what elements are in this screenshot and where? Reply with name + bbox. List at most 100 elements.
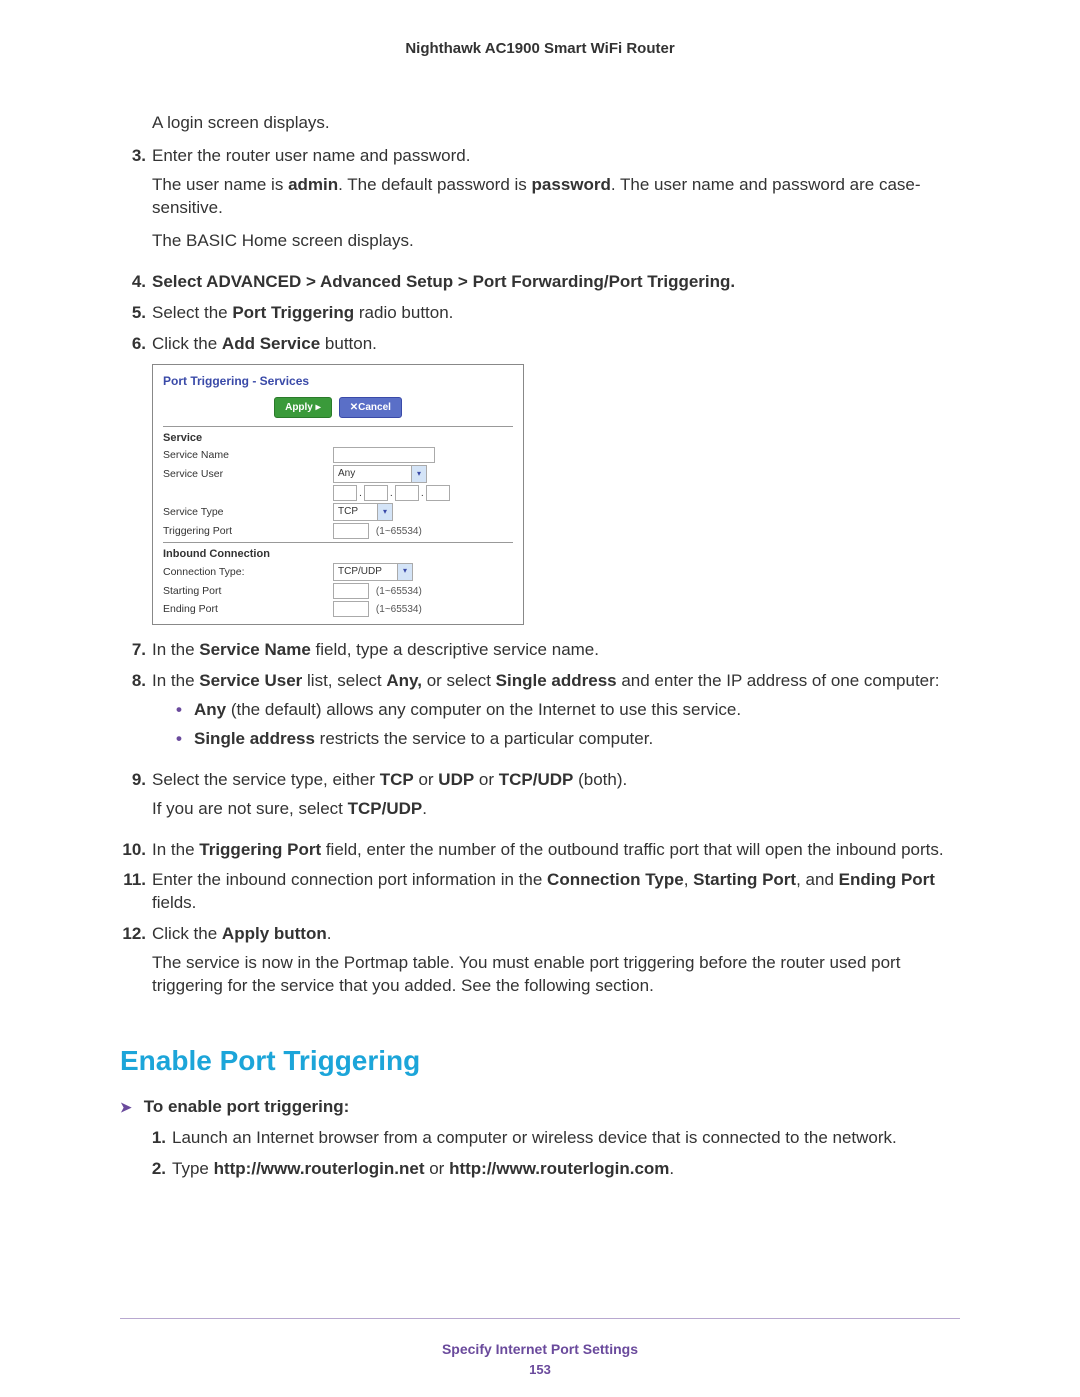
label: Starting Port: [163, 584, 333, 598]
step-num: 4.: [120, 271, 152, 294]
service-name-input[interactable]: [333, 447, 435, 463]
ctrl: ...: [333, 485, 513, 501]
range-hint: (1~65534): [376, 526, 422, 537]
step-body: Select the Port Triggering radio button.: [152, 302, 960, 325]
para: The service is now in the Portmap table.…: [152, 952, 960, 998]
bold: Any,: [386, 671, 422, 690]
step-num: 12.: [120, 923, 152, 1008]
bold: Starting Port: [693, 870, 796, 889]
lead-text: To enable port triggering:: [144, 1096, 350, 1119]
ending-port-input[interactable]: [333, 601, 369, 617]
t: restricts the service to a particular co…: [315, 729, 653, 748]
bold: Single address: [194, 729, 315, 748]
t: The user name is: [152, 175, 288, 194]
ip-octet-3[interactable]: [395, 485, 419, 501]
bullet: • Single address restricts the service t…: [176, 728, 960, 751]
chevron-down-icon: ▾: [411, 466, 426, 482]
row-ip: ...: [153, 484, 523, 502]
row-starting-port: Starting Port (1~65534): [153, 582, 523, 600]
bold: Add Service: [222, 334, 320, 353]
step-num: 6.: [120, 333, 152, 356]
t: Select the: [152, 303, 232, 322]
bold-admin: admin: [288, 175, 338, 194]
step-num: 1.: [140, 1127, 172, 1150]
step-num: 5.: [120, 302, 152, 325]
step-3: 3. Enter the router user name and passwo…: [120, 145, 960, 263]
t: Enter the inbound connection port inform…: [152, 870, 547, 889]
label: Service Type: [163, 505, 333, 519]
t: If you are not sure, select: [152, 799, 348, 818]
t: In the: [152, 840, 199, 859]
t: . The default password is: [338, 175, 531, 194]
step-body: Launch an Internet browser from a comput…: [172, 1127, 960, 1150]
row-service-type: Service Type TCP ▾: [153, 502, 523, 522]
port-triggering-panel: Port Triggering - Services Apply ▸ ✕Canc…: [152, 364, 524, 625]
t: In the: [152, 640, 199, 659]
t: .: [422, 799, 427, 818]
t: Click the: [152, 924, 222, 943]
section-service: Service: [153, 429, 523, 446]
section-heading: Enable Port Triggering: [120, 1042, 960, 1080]
text: Enter the router user name and password.: [152, 146, 470, 165]
t: list, select: [302, 671, 386, 690]
bold-password: password: [532, 175, 611, 194]
apply-button[interactable]: Apply ▸: [274, 397, 332, 419]
starting-port-input[interactable]: [333, 583, 369, 599]
step-body: Enter the router user name and password.…: [152, 145, 960, 263]
ctrl: [333, 447, 513, 463]
bullet: • Any (the default) allows any computer …: [176, 699, 960, 722]
t: Select the service type, either: [152, 770, 380, 789]
label: Service Name: [163, 448, 333, 462]
t: or select: [422, 671, 496, 690]
ctrl: (1~65534): [333, 583, 513, 599]
login-para: A login screen displays.: [152, 112, 960, 135]
step-body: Click the Add Service button.: [152, 333, 960, 356]
bold: TCP/UDP: [499, 770, 574, 789]
t: and enter the IP address of one computer…: [617, 671, 940, 690]
row-service-name: Service Name: [153, 446, 523, 464]
document-header: Nighthawk AC1900 Smart WiFi Router: [120, 40, 960, 57]
bold: Port Triggering: [232, 303, 354, 322]
ip-octet-4[interactable]: [426, 485, 450, 501]
bullet-body: Any (the default) allows any computer on…: [194, 699, 960, 722]
t: .: [327, 924, 332, 943]
label: Service User: [163, 467, 333, 481]
t: fields.: [152, 893, 196, 912]
bold-url1: http://www.routerlogin.net: [214, 1159, 425, 1178]
para: The BASIC Home screen displays.: [152, 230, 960, 253]
divider: [163, 542, 513, 543]
para: The user name is admin. The default pass…: [152, 174, 960, 220]
dot: .: [390, 487, 393, 499]
bold: UDP: [438, 770, 474, 789]
connection-type-select[interactable]: TCP/UDP ▾: [333, 563, 413, 581]
step-10: 10. In the Triggering Port field, enter …: [120, 839, 960, 862]
ip-octet-2[interactable]: [364, 485, 388, 501]
bullet-body: Single address restricts the service to …: [194, 728, 960, 751]
cancel-button[interactable]: ✕Cancel: [339, 397, 402, 419]
step-num: 3.: [120, 145, 152, 263]
step-5: 5. Select the Port Triggering radio butt…: [120, 302, 960, 325]
step-num: 11.: [120, 869, 152, 915]
step-12: 12. Click the Apply button. The service …: [120, 923, 960, 1008]
t: or: [414, 770, 439, 789]
service-type-select[interactable]: TCP ▾: [333, 503, 393, 521]
ip-octet-1[interactable]: [333, 485, 357, 501]
select-value: TCP: [338, 505, 358, 519]
triggering-port-input[interactable]: [333, 523, 369, 539]
dot: .: [421, 487, 424, 499]
step-num: 7.: [120, 639, 152, 662]
ctrl: TCP/UDP ▾: [333, 563, 513, 581]
row-ending-port: Ending Port (1~65534): [153, 600, 523, 618]
footer-page-number: 153: [0, 1362, 1080, 1377]
chevron-down-icon: ▾: [397, 564, 412, 580]
bold: Service Name: [199, 640, 311, 659]
step-9: 9. Select the service type, either TCP o…: [120, 769, 960, 831]
step-body: In the Service Name field, type a descri…: [152, 639, 960, 662]
ctrl: (1~65534): [333, 523, 513, 539]
step-8: 8. In the Service User list, select Any,…: [120, 670, 960, 761]
step-body: In the Service User list, select Any, or…: [152, 670, 960, 761]
step-body: Enter the inbound connection port inform…: [152, 869, 960, 915]
t: field, enter the number of the outbound …: [321, 840, 943, 859]
service-user-select[interactable]: Any ▾: [333, 465, 427, 483]
select-value: Any: [338, 467, 355, 481]
